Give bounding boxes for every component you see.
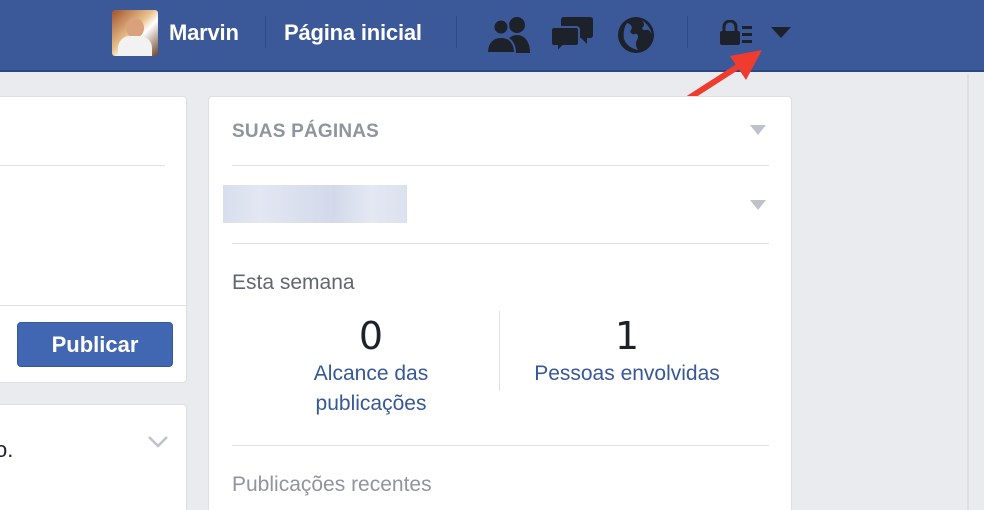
- reach-metric[interactable]: 0 Alcance das publicações: [271, 313, 471, 419]
- publish-button[interactable]: Publicar: [17, 322, 173, 367]
- avatar-shirt: [118, 36, 152, 56]
- reach-label-line2: publicações: [315, 392, 427, 415]
- post-composer-card: Publicar: [0, 96, 188, 383]
- your-pages-panel: SUAS PÁGINAS Esta semana 0 Alcance das p…: [208, 96, 792, 510]
- reach-value: 0: [358, 314, 384, 358]
- engagement-metric[interactable]: 1 Pessoas envolvidas: [517, 313, 737, 389]
- engagement-value: 1: [614, 314, 640, 358]
- page-name-redacted[interactable]: [223, 185, 407, 223]
- account-menu-caret-icon[interactable]: [771, 27, 791, 38]
- metric-divider: [499, 311, 500, 391]
- messages-icon[interactable]: [550, 15, 594, 55]
- nav-divider: [456, 16, 457, 48]
- home-link[interactable]: Página inicial: [284, 20, 422, 46]
- engagement-label: Pessoas envolvidas: [534, 362, 720, 385]
- profile-link[interactable]: Marvin: [169, 20, 239, 46]
- user-avatar[interactable]: [112, 10, 158, 56]
- composer-footer-divider: [0, 305, 188, 306]
- recent-posts-heading: Publicações recentes: [232, 473, 432, 496]
- story-text-snippet: o.: [0, 437, 14, 462]
- feed-story-card: o.: [0, 404, 187, 510]
- chevron-down-icon[interactable]: [147, 435, 169, 449]
- top-navigation-bar: Marvin Página inicial: [0, 0, 984, 72]
- panel-options-caret-icon[interactable]: [750, 125, 766, 135]
- panel-divider: [232, 445, 769, 446]
- friends-icon[interactable]: [486, 15, 532, 55]
- globe-icon[interactable]: [616, 15, 656, 55]
- page-selector-caret-icon[interactable]: [750, 200, 766, 210]
- composer-divider: [0, 165, 165, 166]
- panel-divider: [232, 165, 769, 166]
- nav-divider: [265, 16, 266, 48]
- avatar-face: [126, 18, 144, 38]
- reach-label-line1: Alcance das: [313, 362, 429, 385]
- panel-title: SUAS PÁGINAS: [232, 121, 380, 142]
- page-edge-divider: [967, 74, 969, 510]
- panel-divider: [232, 243, 769, 244]
- this-week-heading: Esta semana: [232, 271, 355, 294]
